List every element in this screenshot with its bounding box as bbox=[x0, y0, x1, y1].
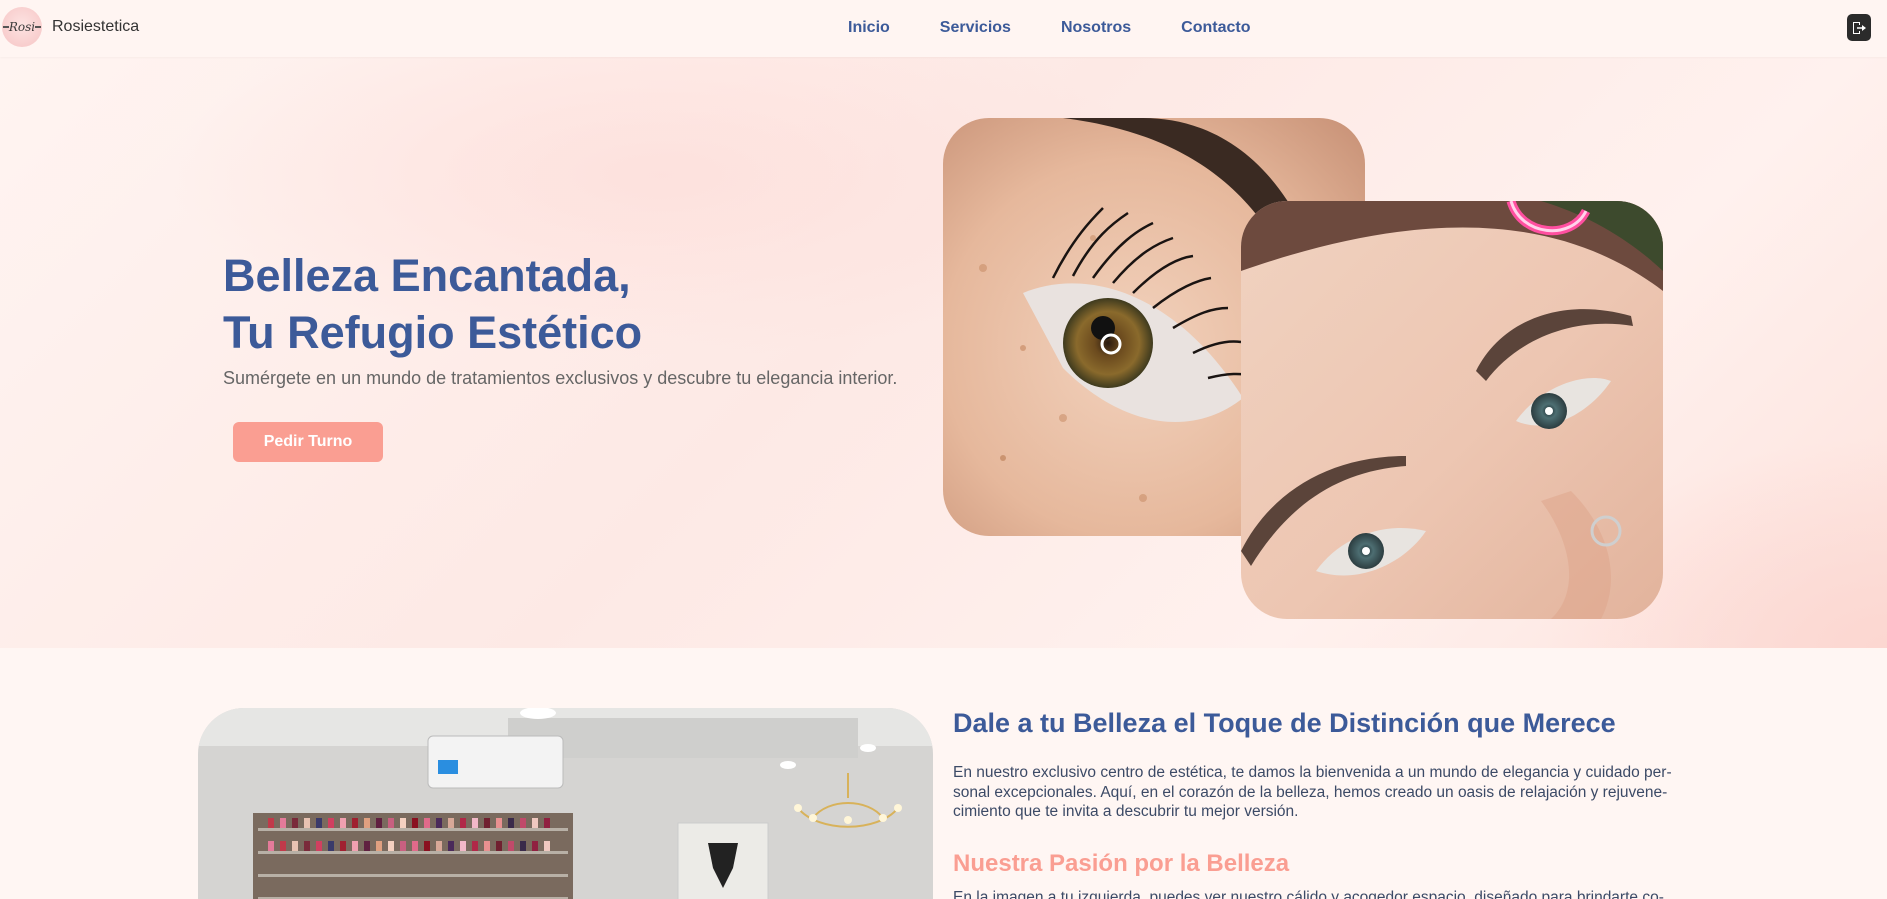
brand-logo: Rosi bbox=[2, 7, 42, 47]
brows-photo bbox=[1241, 201, 1663, 619]
brand-name: Rosiestetica bbox=[52, 18, 140, 35]
hero-title-line-2: Tu Refugio Estético bbox=[223, 307, 643, 358]
salon-interior-photo bbox=[198, 708, 933, 899]
about-heading: Dale a tu Belleza el Toque de Distinción… bbox=[953, 708, 1616, 738]
nav-item-inicio[interactable]: Inicio bbox=[848, 19, 890, 37]
hero-section: Belleza Encantada, Tu Refugio Estético S… bbox=[0, 57, 1887, 648]
logout-icon bbox=[1853, 21, 1866, 34]
hero-title-line-1: Belleza Encantada, bbox=[223, 250, 631, 301]
nav-item-servicios[interactable]: Servicios bbox=[940, 19, 1011, 37]
hero-subtitle: Sumérgete en un mundo de tratamientos ex… bbox=[223, 368, 898, 388]
navbar: Rosi Rosiestetica Inicio Servicios Nosot… bbox=[0, 0, 1887, 57]
passion-heading: Nuestra Pasión por la Belleza bbox=[953, 850, 1290, 877]
about-description: En nuestro exclusivo centro de estética,… bbox=[953, 764, 1672, 820]
logo-text: Rosi bbox=[8, 20, 36, 34]
about-section: Dale a tu Belleza el Toque de Distinción… bbox=[0, 648, 1887, 899]
nav-item-nosotros[interactable]: Nosotros bbox=[1061, 19, 1131, 37]
main-nav: Inicio Servicios Nosotros Contacto bbox=[848, 19, 1301, 37]
hero-title: Belleza Encantada, Tu Refugio Estético bbox=[223, 247, 642, 361]
nav-item-contacto[interactable]: Contacto bbox=[1181, 19, 1250, 37]
brand-link[interactable]: Rosi Rosiestetica bbox=[2, 7, 139, 47]
passion-description: En la imagen a tu izquierda, puedes ver … bbox=[953, 889, 1664, 899]
logout-button[interactable] bbox=[1847, 14, 1871, 41]
book-appointment-button[interactable]: Pedir Turno bbox=[233, 422, 383, 462]
